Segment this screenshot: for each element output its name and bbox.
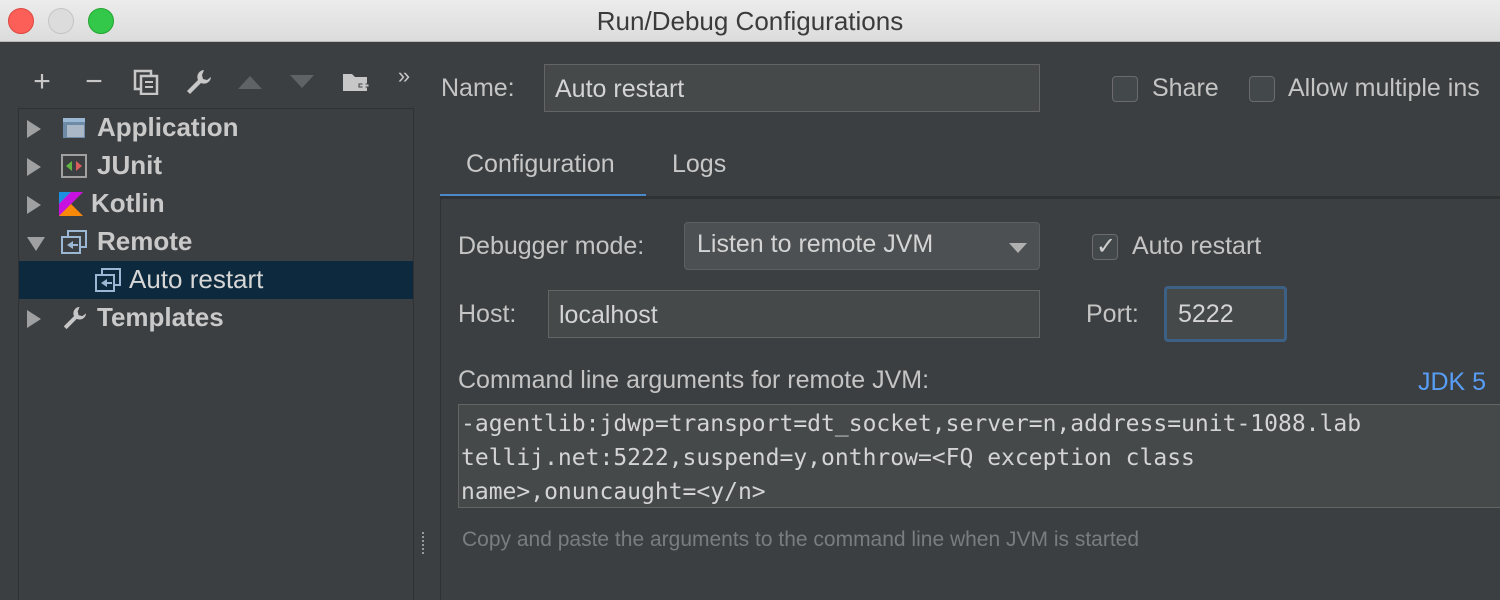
allow-multiple-label: Allow multiple ins [1288, 74, 1480, 102]
panel-splitter-handle[interactable] [420, 530, 426, 560]
wrench-icon [63, 306, 87, 330]
expand-arrow-icon[interactable] [27, 310, 41, 328]
jdk-version-link[interactable]: JDK 5 [1418, 368, 1486, 397]
minus-icon: − [85, 65, 103, 98]
chevron-down-icon [1009, 243, 1027, 253]
tree-item-auto-restart[interactable]: Auto restart [19, 261, 413, 299]
tree-item-label: Remote [97, 226, 193, 256]
tab-logs[interactable]: Logs [646, 138, 752, 198]
tree-item-label: JUnit [97, 150, 162, 180]
add-config-button[interactable]: + [22, 62, 62, 102]
debugger-mode-label: Debugger mode: [458, 232, 645, 260]
tree-item-label: Templates [97, 302, 224, 332]
tree-item-application[interactable]: Application [19, 109, 413, 147]
plus-icon: + [33, 65, 51, 98]
remote-icon [61, 230, 87, 254]
expand-arrow-icon[interactable] [27, 120, 41, 138]
name-label: Name: [441, 74, 515, 102]
more-actions-button[interactable]: » [384, 56, 424, 96]
remote-config-icon [95, 268, 121, 292]
expand-arrow-icon[interactable] [27, 196, 41, 214]
move-up-button[interactable] [230, 62, 270, 102]
debugger-mode-value: Listen to remote JVM [697, 230, 934, 258]
tab-label: Logs [672, 150, 727, 178]
window-title: Run/Debug Configurations [596, 6, 904, 36]
application-icon [63, 118, 85, 138]
allow-multiple-checkbox[interactable] [1249, 76, 1275, 102]
tree-item-label: Kotlin [91, 188, 165, 218]
cmd-line: name>,onuncaught=<y/n> [461, 479, 766, 505]
debugger-mode-select[interactable]: Listen to remote JVM [684, 222, 1040, 270]
junit-icon [61, 154, 87, 178]
tree-item-kotlin[interactable]: Kotlin [19, 185, 413, 223]
tab-label: Configuration [466, 150, 615, 178]
name-input[interactable]: Auto restart [544, 64, 1040, 112]
move-down-button[interactable] [282, 62, 322, 102]
cmd-args-textarea[interactable]: -agentlib:jdwp=transport=dt_socket,serve… [458, 404, 1500, 508]
remove-config-button[interactable]: − [74, 62, 114, 102]
host-label: Host: [458, 300, 517, 328]
edit-templates-button[interactable] [178, 62, 218, 102]
tree-item-label: Auto restart [129, 264, 264, 294]
share-checkbox[interactable] [1112, 76, 1138, 102]
kotlin-icon [59, 192, 83, 216]
tree-item-templates[interactable]: Templates [19, 299, 413, 337]
cmd-args-hint: Copy and paste the arguments to the comm… [462, 528, 1140, 551]
arrow-up-icon [238, 76, 262, 89]
port-label: Port: [1086, 300, 1139, 328]
folder-add-icon [343, 74, 370, 91]
new-folder-button[interactable] [336, 62, 376, 102]
host-input[interactable]: localhost [548, 290, 1040, 338]
cmd-line: -agentlib:jdwp=transport=dt_socket,serve… [461, 411, 1362, 437]
copy-icon [133, 69, 159, 95]
config-toolbar: + − » [18, 62, 418, 102]
port-input[interactable]: 5222 [1164, 286, 1287, 342]
config-tree: Application JUnit Kotlin Remote Auto res… [18, 108, 414, 600]
tree-item-label: Application [97, 112, 239, 142]
auto-restart-label: Auto restart [1132, 232, 1262, 260]
auto-restart-checkbox[interactable] [1092, 232, 1118, 261]
expand-arrow-icon[interactable] [27, 158, 41, 176]
copy-config-button[interactable] [126, 62, 166, 102]
tree-item-remote[interactable]: Remote [19, 223, 413, 261]
tab-configuration[interactable]: Configuration [440, 138, 646, 198]
collapse-arrow-icon[interactable] [27, 237, 45, 251]
arrow-down-icon [290, 75, 314, 88]
tree-item-junit[interactable]: JUnit [19, 147, 413, 185]
share-label: Share [1152, 74, 1219, 102]
wrench-icon [187, 70, 211, 94]
double-chevron-icon: » [397, 63, 411, 88]
title-bar: Run/Debug Configurations [0, 0, 1500, 42]
cmd-line: tellij.net:5222,suspend=y,onthrow=<FQ ex… [461, 445, 1195, 471]
cmd-args-label: Command line arguments for remote JVM: [458, 366, 930, 394]
